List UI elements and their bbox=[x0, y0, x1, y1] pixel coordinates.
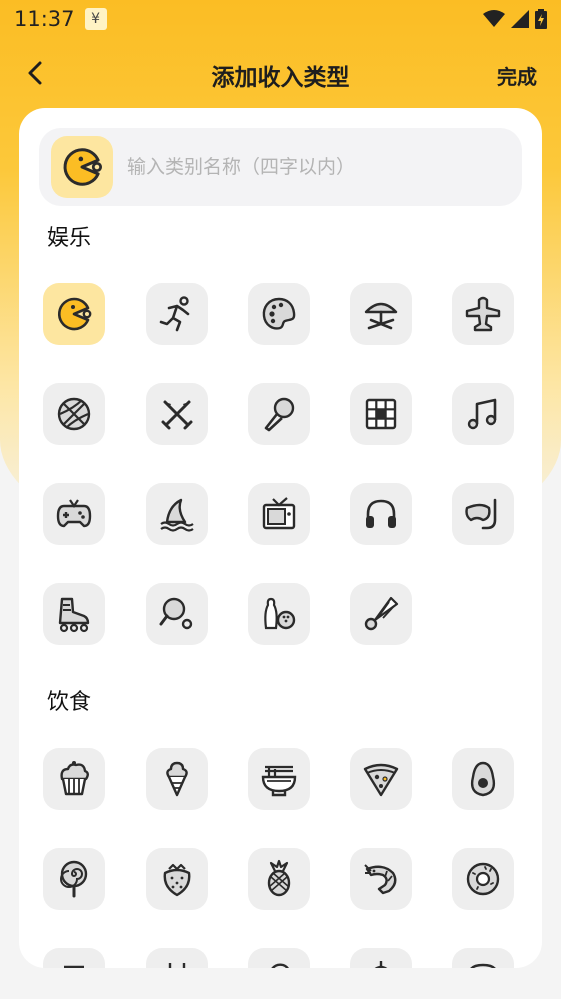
diving-mask-icon bbox=[465, 498, 497, 530]
icon-option[interactable] bbox=[350, 748, 412, 810]
icon-option[interactable] bbox=[43, 483, 105, 545]
partial-icon-3 bbox=[271, 963, 289, 968]
icon-option[interactable] bbox=[452, 483, 514, 545]
rubiks-cube-icon bbox=[365, 398, 397, 430]
section-title-food: 饮食 bbox=[47, 690, 92, 715]
icon-option[interactable] bbox=[43, 383, 105, 445]
icon-option[interactable] bbox=[452, 283, 514, 345]
icon-option[interactable] bbox=[452, 848, 514, 910]
icon-option[interactable] bbox=[146, 483, 208, 545]
partial-icon-4 bbox=[374, 961, 388, 968]
lollipop-icon bbox=[60, 860, 88, 898]
icon-option[interactable] bbox=[146, 283, 208, 345]
television-icon bbox=[262, 497, 296, 530]
icon-option[interactable] bbox=[248, 848, 310, 910]
icon-option[interactable] bbox=[43, 948, 105, 968]
icon-option[interactable] bbox=[350, 948, 412, 968]
icon-option[interactable] bbox=[43, 848, 105, 910]
ice-cream-icon bbox=[166, 761, 188, 797]
beach-umbrella-icon bbox=[364, 302, 398, 330]
cupcake-icon bbox=[60, 761, 89, 796]
icon-option[interactable] bbox=[248, 748, 310, 810]
icon-option[interactable] bbox=[248, 383, 310, 445]
icon-option[interactable] bbox=[146, 948, 208, 968]
donut-icon bbox=[466, 862, 500, 896]
name-input-row bbox=[39, 128, 522, 206]
crossed-swords-icon bbox=[161, 400, 193, 430]
icon-option[interactable] bbox=[248, 948, 310, 968]
icon-option[interactable] bbox=[350, 383, 412, 445]
airplane-icon bbox=[465, 296, 501, 332]
noodle-bowl-icon bbox=[261, 765, 297, 797]
partial-icon-2 bbox=[168, 963, 186, 968]
icon-option[interactable] bbox=[43, 283, 105, 345]
done-button[interactable]: 完成 bbox=[497, 61, 537, 90]
basketball-icon bbox=[57, 397, 91, 431]
shrimp-icon bbox=[364, 864, 397, 895]
ping-pong-icon bbox=[159, 597, 193, 630]
icon-option[interactable] bbox=[248, 483, 310, 545]
category-card: 娱乐 bbox=[19, 108, 542, 968]
icon-option[interactable] bbox=[350, 848, 412, 910]
icon-option[interactable] bbox=[452, 748, 514, 810]
partial-icon-1 bbox=[64, 965, 84, 968]
icon-option[interactable] bbox=[43, 583, 105, 645]
badminton-icon bbox=[364, 596, 399, 631]
icon-option[interactable] bbox=[452, 948, 514, 968]
pacman-icon bbox=[57, 297, 92, 331]
icon-option[interactable] bbox=[248, 583, 310, 645]
roller-skate-icon bbox=[58, 597, 90, 633]
partial-icon-5 bbox=[470, 963, 496, 968]
pacman-icon bbox=[63, 148, 103, 186]
pizza-icon bbox=[363, 763, 399, 797]
wifi-icon bbox=[483, 10, 505, 27]
gamepad-icon bbox=[56, 499, 92, 528]
headphones-icon bbox=[366, 499, 396, 528]
runner-icon bbox=[159, 296, 190, 332]
microphone-icon bbox=[264, 397, 295, 432]
icon-option[interactable] bbox=[452, 383, 514, 445]
icon-option[interactable] bbox=[146, 583, 208, 645]
status-time: 11:37 bbox=[14, 7, 75, 31]
selected-category-icon[interactable] bbox=[51, 136, 113, 198]
category-name-input[interactable] bbox=[127, 156, 507, 178]
palette-icon bbox=[262, 297, 296, 330]
icon-option[interactable] bbox=[146, 848, 208, 910]
icon-option[interactable] bbox=[146, 383, 208, 445]
music-note-icon bbox=[467, 398, 497, 430]
icon-option[interactable] bbox=[350, 283, 412, 345]
status-bar: 11:37 ¥ bbox=[0, 0, 561, 38]
nav-bar: 添加收入类型 完成 bbox=[0, 50, 561, 96]
icon-option[interactable] bbox=[43, 748, 105, 810]
notification-icon: ¥ bbox=[84, 8, 107, 30]
bowling-icon bbox=[264, 597, 296, 630]
icon-option[interactable] bbox=[248, 283, 310, 345]
battery-icon bbox=[535, 9, 547, 29]
page-title: 添加收入类型 bbox=[211, 65, 350, 91]
shark-fin-icon bbox=[160, 498, 194, 532]
strawberry-icon bbox=[163, 863, 191, 897]
status-indicators bbox=[483, 9, 547, 29]
signal-icon bbox=[511, 10, 529, 28]
icon-option[interactable] bbox=[146, 748, 208, 810]
pineapple-icon bbox=[267, 859, 291, 897]
section-title-entertainment: 娱乐 bbox=[47, 226, 92, 251]
avocado-icon bbox=[470, 761, 496, 797]
icon-option[interactable] bbox=[350, 583, 412, 645]
icon-option[interactable] bbox=[350, 483, 412, 545]
